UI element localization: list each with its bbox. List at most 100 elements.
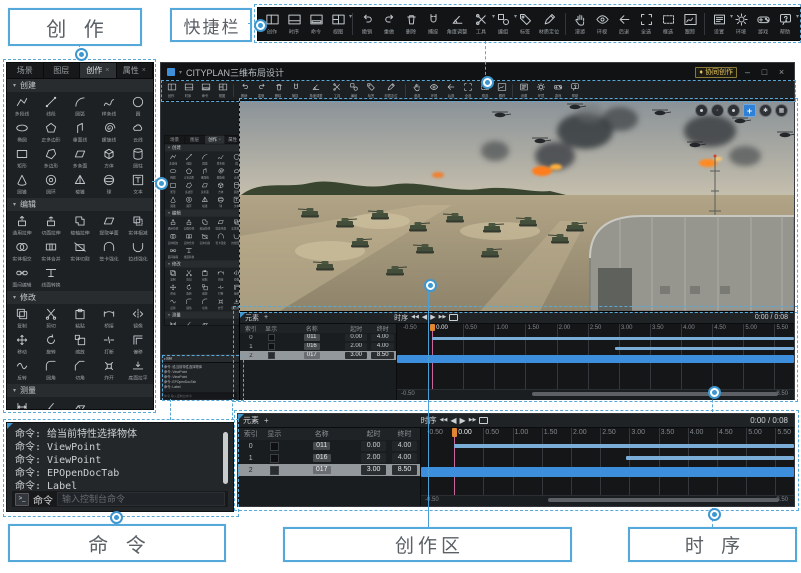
tool-spiral[interactable]: 螺旋线 <box>95 119 124 145</box>
toolbar-item-21[interactable]: 游戏 <box>752 11 774 37</box>
toolbar-item-2[interactable]: 命令 <box>197 82 214 100</box>
toolbar-item-17[interactable]: 框选 <box>657 11 679 37</box>
compass-button[interactable]: ◦ <box>711 104 724 117</box>
toolbar-item-15[interactable]: 后退 <box>613 11 635 37</box>
tool-pangle[interactable]: 平面角度 <box>65 398 94 410</box>
panel-group-header[interactable]: ▾创建 <box>165 144 240 151</box>
tool-subtract[interactable]: 实体相减 <box>229 217 240 231</box>
toolbar-item-8[interactable]: 角度调整 <box>304 82 328 100</box>
add-element-button[interactable]: + <box>259 416 269 425</box>
tool-pentagon[interactable]: 正多边形 <box>36 119 65 145</box>
orbit-button[interactable] <box>695 104 708 117</box>
toolbar-item-4[interactable]: 撤销 <box>356 11 378 37</box>
end-time[interactable]: 4.00 <box>371 343 394 351</box>
tool-box[interactable]: 方体 <box>213 180 229 194</box>
end-time[interactable]: 4.00 <box>371 334 394 342</box>
timeline-scrollbar[interactable]: -0.508.50 <box>421 495 794 506</box>
visibility-checkbox[interactable] <box>268 352 275 359</box>
scrollbar-thumb[interactable] <box>548 498 779 502</box>
tool-poly[interactable]: 多边形 <box>181 180 197 194</box>
timeline-scrollbar[interactable]: -0.508.50 <box>397 389 794 400</box>
toolbar-item-18[interactable]: 跟踪 <box>679 11 701 37</box>
tool-mirror[interactable]: 镜像 <box>124 305 153 331</box>
table-row[interactable]: 10162.004.00 <box>238 452 420 464</box>
play-button[interactable]: ▶ <box>460 417 466 425</box>
tool-torus[interactable]: 圆环 <box>181 195 197 209</box>
tool-spiral[interactable]: 螺旋线 <box>213 166 229 180</box>
tool-union[interactable]: 棱轴拉伸 <box>197 217 213 231</box>
tool-circle[interactable]: 圆 <box>229 152 240 166</box>
toolbar-item-19[interactable]: 设置▾ <box>515 82 532 100</box>
tool-cloud[interactable]: 云线 <box>124 119 153 145</box>
tool-face[interactable]: 提取单面 <box>95 212 124 238</box>
viewport-3d-scene[interactable]: ◦ + ✱ ▦ <box>240 101 794 311</box>
end-time[interactable]: 4.00 <box>392 441 418 450</box>
toolbar-item-10[interactable]: 编组▾ <box>345 82 362 100</box>
tool-paste[interactable]: 粘贴 <box>65 305 94 331</box>
toolbar-item-1[interactable]: 时序 <box>180 82 197 100</box>
toolbar-item-6[interactable]: 删除 <box>270 82 287 100</box>
tool-cloud[interactable]: 云线 <box>229 166 240 180</box>
step-forward-button[interactable]: ▶▶ <box>469 418 477 423</box>
tool-torus[interactable]: 圆环 <box>36 171 65 197</box>
minimize-button[interactable]: – <box>741 67 754 77</box>
toolbar-item-2[interactable]: 命令 <box>305 11 327 37</box>
tool-break[interactable]: 打断 <box>95 331 124 357</box>
tool-merge[interactable]: 实体合并 <box>36 238 65 264</box>
toolbar-item-13[interactable]: 漫游 <box>408 82 425 100</box>
visibility-checkbox[interactable] <box>268 334 275 341</box>
panel-group-header[interactable]: ▾创建 <box>7 79 153 92</box>
toolbar-item-11[interactable]: 标签 <box>514 11 536 37</box>
toolbar-item-7[interactable]: 捕捉 <box>422 11 444 37</box>
toolbar-item-22[interactable]: 帮助▾ <box>566 82 583 100</box>
toolbar-item-4[interactable]: 撤销 <box>236 82 253 100</box>
capture-icon[interactable] <box>479 417 488 424</box>
tool-spline[interactable]: 样条线 <box>213 152 229 166</box>
tool-intersect[interactable]: 实体相交 <box>7 238 36 264</box>
tool-copy[interactable]: 复制 <box>7 305 36 331</box>
visibility-checkbox[interactable] <box>270 442 279 451</box>
tool-bridge[interactable]: 桥接 <box>213 268 229 282</box>
toolbar-item-9[interactable]: 工具▾ <box>328 82 345 100</box>
toolbar-item-20[interactable]: 环境 <box>730 11 752 37</box>
tool-paste[interactable]: 粘贴 <box>197 268 213 282</box>
timeline-ruler[interactable]: -0.500.501.001.502.002.503.003.504.004.5… <box>397 324 794 400</box>
tool-link[interactable]: 面间编辑 <box>7 264 36 290</box>
tool-wave[interactable]: 反转 <box>165 297 181 311</box>
tool-ucurve[interactable]: 拉线强化 <box>124 238 153 264</box>
tool-face[interactable]: 提取单面 <box>213 217 229 231</box>
step-back-button[interactable]: ◀ <box>450 417 456 425</box>
tool-union[interactable]: 棱轴拉伸 <box>65 212 94 238</box>
step-back-button[interactable]: ◀ <box>422 314 427 321</box>
tool-pangle[interactable]: 平面角度 <box>197 319 213 326</box>
toolbar-item-14[interactable]: 环视 <box>591 11 613 37</box>
tool-text[interactable]: 文本 <box>229 195 240 209</box>
panel-group-header[interactable]: ▾修改 <box>7 291 153 304</box>
toolbar-item-11[interactable]: 标签 <box>362 82 379 100</box>
toolbar-item-12[interactable]: 材质定位 <box>536 11 562 37</box>
visibility-checkbox[interactable] <box>268 343 275 350</box>
add-element-button[interactable]: + <box>259 314 268 321</box>
tool-spline[interactable]: 样条线 <box>95 93 124 119</box>
menu-caret-icon[interactable]: ▾ <box>179 69 182 76</box>
panel-tab-1[interactable]: 图层 <box>44 63 81 78</box>
add-view-button[interactable]: + <box>743 104 756 117</box>
timeline-bar[interactable] <box>454 444 794 448</box>
toolbar-item-8[interactable]: 角度调整 <box>444 11 470 37</box>
table-row[interactable]: 10162.004.00 <box>240 342 396 351</box>
toolbar-item-9[interactable]: 工具▾ <box>470 11 492 37</box>
tool-rotate[interactable]: 旋转 <box>181 282 197 296</box>
tool-angle[interactable]: 线角度 <box>181 319 197 326</box>
tool-pentagon[interactable]: 正多边形 <box>181 166 197 180</box>
panel-tab-3[interactable]: 属性× <box>117 63 154 78</box>
panel-group-header[interactable]: ▾修改 <box>165 260 240 267</box>
timeline-bar[interactable] <box>432 337 794 340</box>
toolbar-item-21[interactable]: 游戏 <box>549 82 566 100</box>
tool-bridge[interactable]: 桥接 <box>95 305 124 331</box>
timeline-bar[interactable] <box>626 456 794 460</box>
step-forward-button[interactable]: ▶▶ <box>439 315 447 320</box>
tool-offset[interactable]: 偏移 <box>124 331 153 357</box>
tool-sphere[interactable]: 球 <box>213 195 229 209</box>
maximize-button[interactable]: □ <box>758 67 771 77</box>
tool-angle[interactable]: 线角度 <box>36 398 65 410</box>
